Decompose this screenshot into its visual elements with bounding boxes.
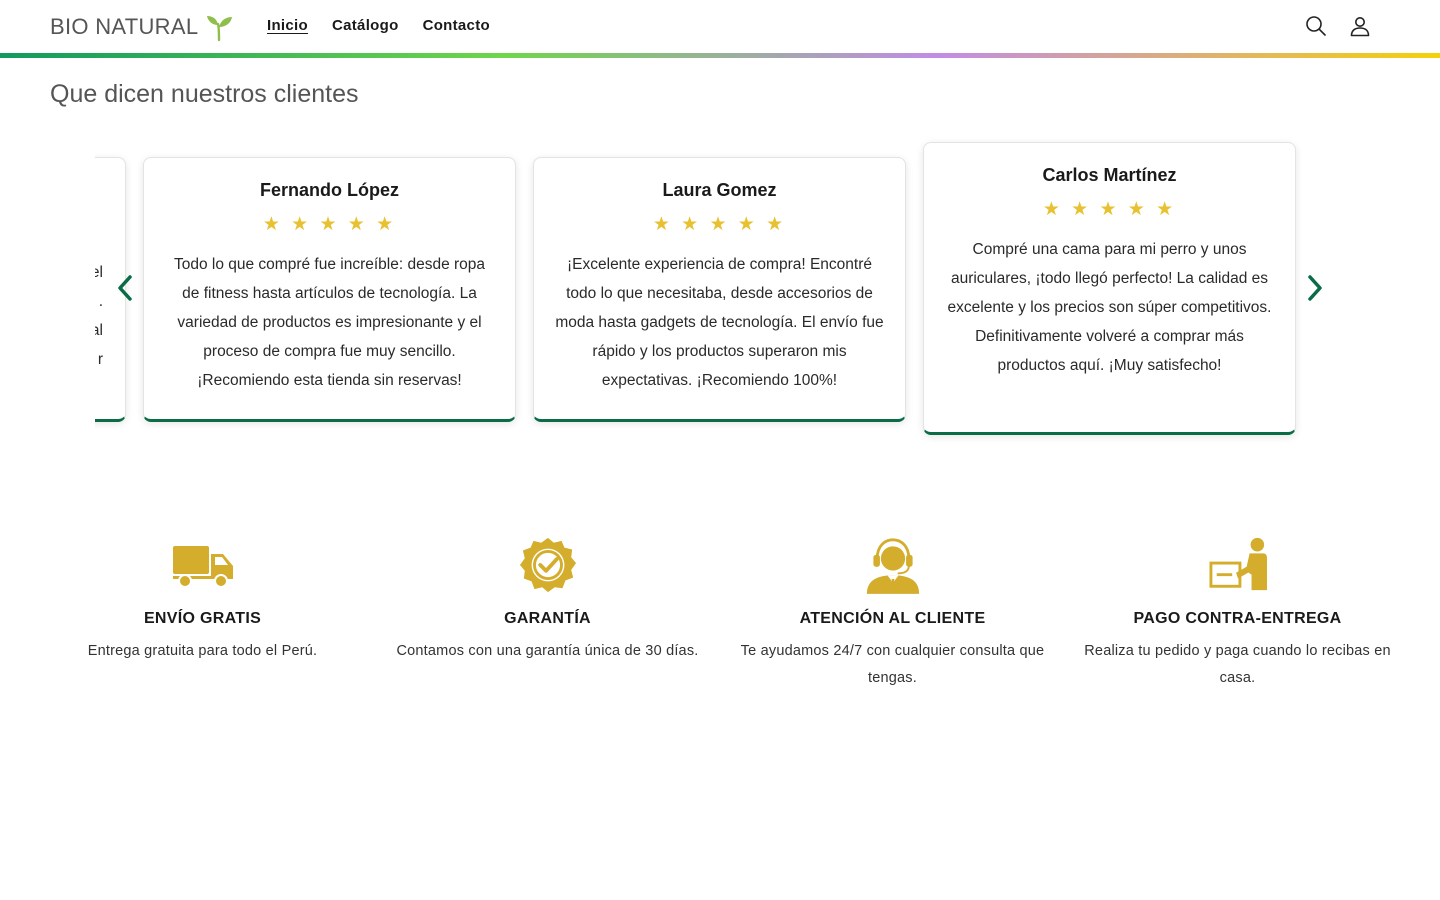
badge-check-icon <box>519 537 576 593</box>
nav-item-inicio[interactable]: Inicio <box>267 17 308 34</box>
carousel-next-button[interactable] <box>1300 268 1330 308</box>
rating-stars: ★ ★ ★ ★ ★ <box>1042 199 1177 220</box>
main-nav: Inicio Catálogo Contacto <box>267 17 490 34</box>
feature-cash-on-delivery: PAGO CONTRA-ENTREGA Realiza tu pedido y … <box>1065 530 1410 692</box>
feature-title: ENVÍO GRATIS <box>143 610 262 627</box>
reviewer-name: Laura Gomez <box>662 180 777 200</box>
brand-name: BIO NATURAL <box>50 14 199 39</box>
header-actions <box>1304 14 1372 38</box>
feature-title: PAGO CONTRA-ENTREGA <box>1133 610 1342 627</box>
testimonial-card-active: Carlos Martínez ★ ★ ★ ★ ★ Compré una cam… <box>923 142 1296 435</box>
header-gradient-divider <box>0 53 1440 58</box>
feature-description: Contamos con una garantía única de 30 dí… <box>396 643 699 659</box>
carousel-prev-button[interactable] <box>110 268 140 308</box>
chevron-left-icon <box>118 275 132 301</box>
nav-item-contacto[interactable]: Contacto <box>423 17 490 34</box>
feature-customer-service: ATENCIÓN AL CLIENTE Te ayudamos 24/7 con… <box>720 530 1065 692</box>
rating-stars: ★ ★ ★ ★ ★ <box>262 214 397 235</box>
partial-card-text: el . al r <box>95 264 103 368</box>
nav-item-catalogo[interactable]: Catálogo <box>332 17 399 34</box>
testimonials-title: Que dicen nuestros clientes <box>50 80 359 108</box>
features-section: ENVÍO GRATIS Entrega gratuita para todo … <box>30 530 1410 692</box>
feature-title: ATENCIÓN AL CLIENTE <box>799 610 986 627</box>
sprout-icon <box>207 16 233 42</box>
search-icon[interactable] <box>1304 14 1328 38</box>
headset-agent-icon <box>866 538 919 594</box>
testimonial-card: Fernando López ★ ★ ★ ★ ★ Todo lo que com… <box>143 157 516 422</box>
feature-description: Entrega gratuita para todo el Perú. <box>87 643 318 659</box>
rating-stars: ★ ★ ★ ★ ★ <box>652 214 787 235</box>
chevron-right-icon <box>1308 275 1322 301</box>
review-text: Todo lo que compré fue increíble: desde … <box>173 256 486 389</box>
site-header: BIO NATURAL Inicio Catálogo Contacto <box>0 0 1440 53</box>
reviewer-name: Carlos Martínez <box>1042 165 1177 185</box>
testimonial-card: Laura Gomez ★ ★ ★ ★ ★ ¡Excelente experie… <box>533 157 906 422</box>
user-icon[interactable] <box>1348 14 1372 38</box>
testimonials-carousel: el . al r Fernando López ★ ★ ★ ★ ★ Todo … <box>95 135 1340 455</box>
feature-warranty: GARANTÍA Contamos con una garantía única… <box>375 530 720 692</box>
feature-description: Realiza tu pedido y paga cuando lo recib… <box>1084 643 1391 686</box>
feature-title: GARANTÍA <box>504 610 591 627</box>
feature-description: Te ayudamos 24/7 con cualquier consulta … <box>740 643 1045 686</box>
delivery-person-icon <box>1208 537 1267 591</box>
feature-free-shipping: ENVÍO GRATIS Entrega gratuita para todo … <box>30 530 375 692</box>
reviewer-name: Fernando López <box>260 180 399 200</box>
truck-icon <box>172 546 233 588</box>
brand-logo[interactable]: BIO NATURAL <box>50 12 234 42</box>
review-text: ¡Excelente experiencia de compra! Encont… <box>555 256 884 389</box>
review-text: Compré una cama para mi perro y unos aur… <box>947 241 1272 374</box>
